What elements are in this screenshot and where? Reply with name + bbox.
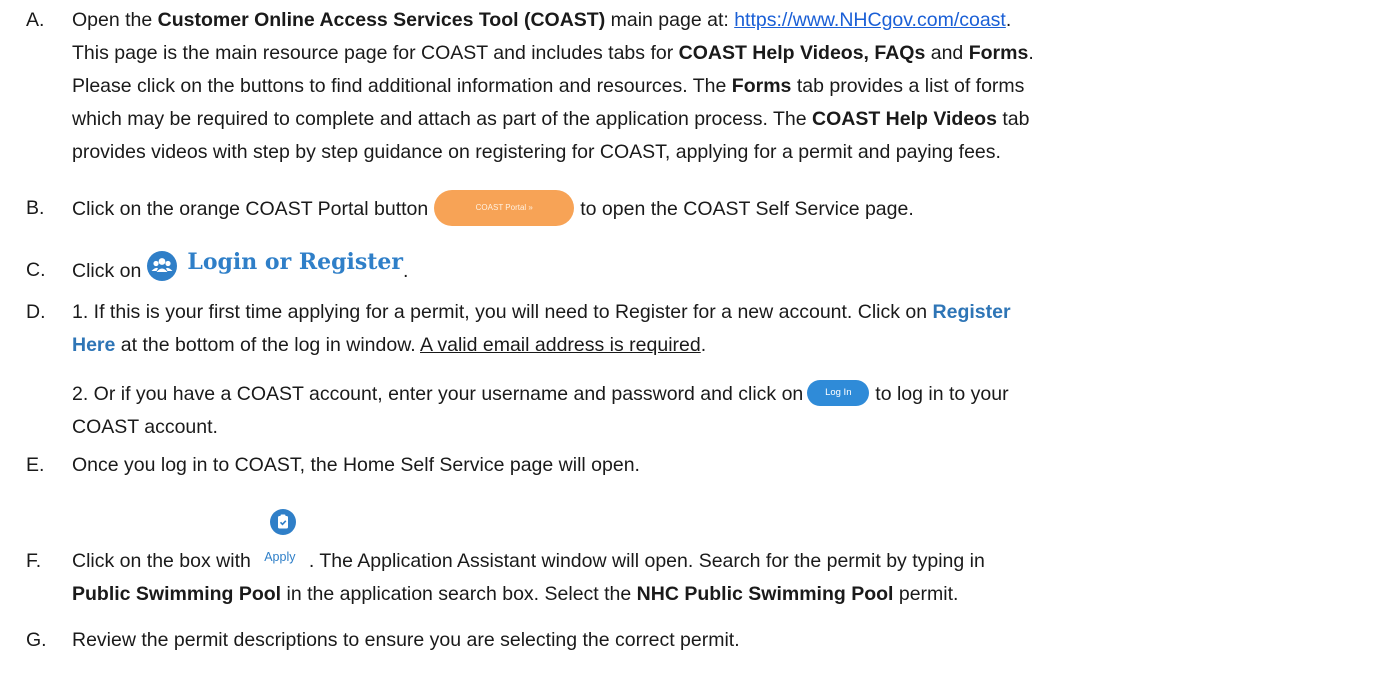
step-a-line-3: Please click on the buttons to find addi… (72, 75, 1025, 97)
step-c: C. Click on Login or Register. (26, 246, 1386, 290)
log-in-button[interactable]: Log In (807, 379, 870, 406)
step-marker: A. (26, 9, 45, 31)
step-marker: B. (26, 197, 45, 219)
step-marker: C. (26, 259, 46, 281)
step-marker: F. (26, 550, 42, 572)
step-a: A. Open the Customer Online Access Servi… (26, 4, 1386, 174)
step-e: E. Once you log in to COAST, the Home Se… (26, 449, 1386, 482)
coast-url-link[interactable]: https://www.NHCgov.com/coast (734, 9, 1006, 31)
step-marker: E. (26, 454, 45, 476)
step-d: D. 1. If this is your first time applyin… (26, 296, 1386, 442)
step-a-line-5: provides videos with step by step guidan… (72, 141, 1001, 163)
apply-box[interactable]: Apply (251, 541, 309, 574)
clipboard-check-icon (270, 509, 296, 535)
step-marker: D. (26, 301, 46, 323)
step-a-line-4: which may be required to complete and at… (72, 108, 1030, 130)
users-icon (147, 250, 178, 281)
instructions-document: A. Open the Customer Online Access Servi… (0, 0, 1397, 700)
register-here-link[interactable]: Register (933, 301, 1011, 323)
step-b: B. Click on the orange COAST Portal butt… (26, 190, 1386, 232)
coast-portal-button[interactable]: COAST Portal » (434, 190, 575, 226)
step-a-line-2: This page is the main resource page for … (72, 42, 1034, 64)
step-marker: G. (26, 629, 47, 651)
register-here-link-cont[interactable]: Here (72, 334, 115, 356)
step-g: G. Review the permit descriptions to ens… (26, 624, 1386, 657)
step-f: F. Click on the box with Apply. The Appli… (26, 545, 1386, 615)
login-register-link[interactable]: Login or Register (187, 249, 403, 275)
step-a-line-1: Open the Customer Online Access Services… (72, 9, 1012, 31)
